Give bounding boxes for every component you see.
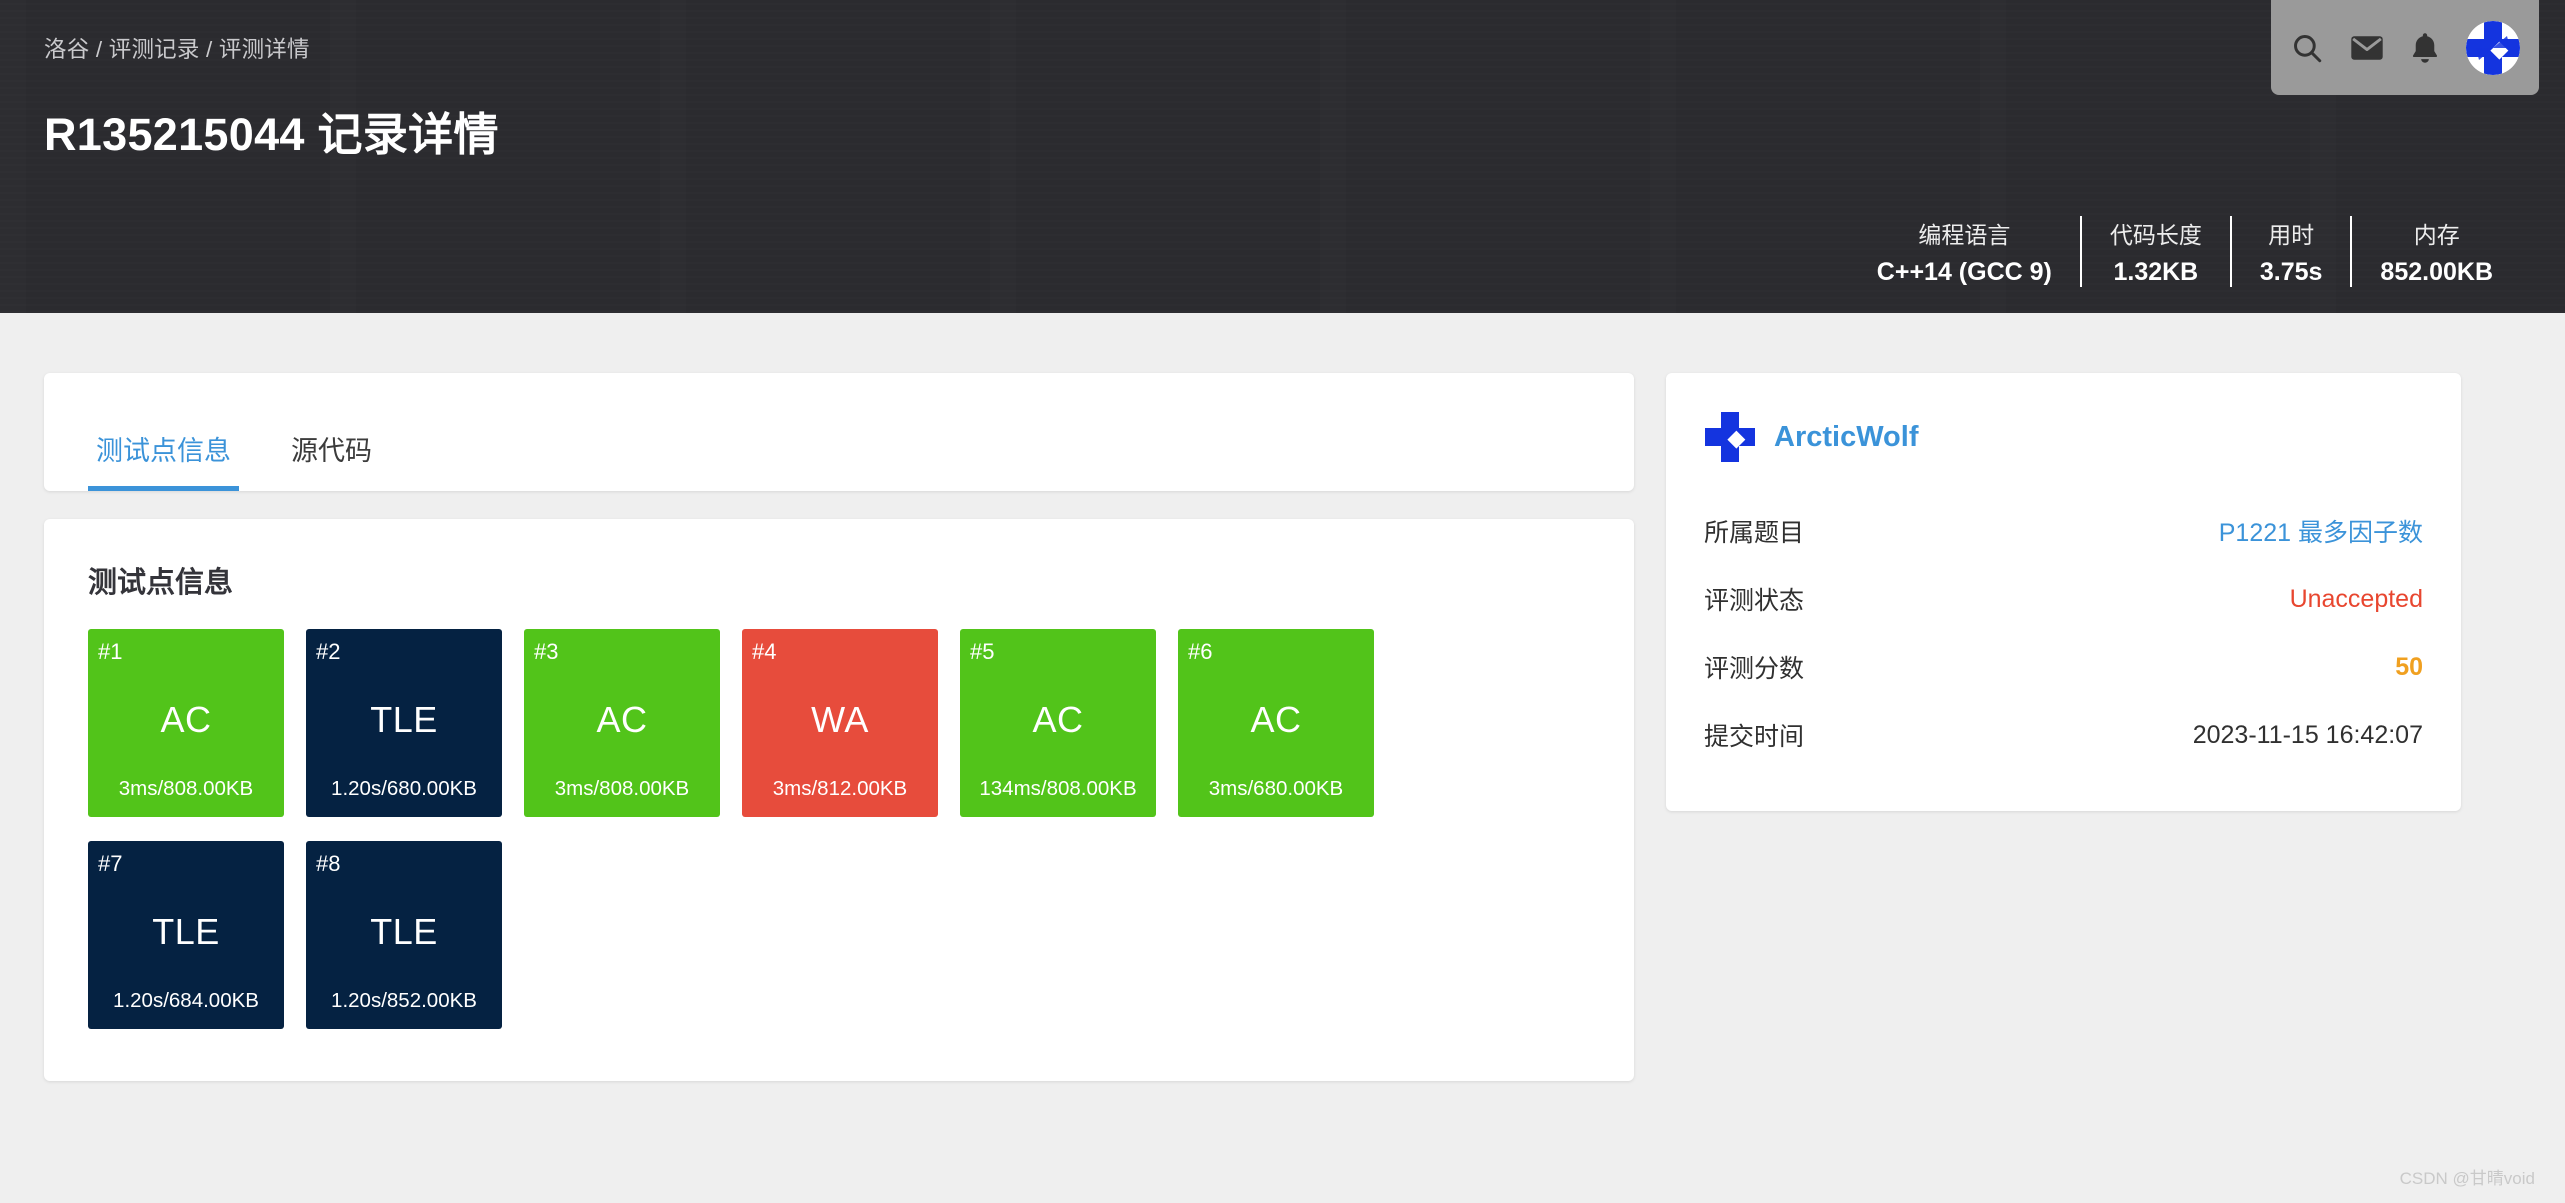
main-column: 测试点信息 源代码 测试点信息 #1 AC 3ms/808.00KB #2 TL… <box>44 373 1634 1081</box>
testpoint-metrics: 134ms/808.00KB <box>979 777 1137 800</box>
testpoint-metrics: 3ms/808.00KB <box>118 777 254 800</box>
stat-code-length: 代码长度 1.32KB <box>2079 216 2230 287</box>
testpoint-id: #2 <box>316 639 341 664</box>
info-label: 评测状态 <box>1704 587 1805 615</box>
stat-label: 代码长度 <box>2109 222 2202 248</box>
stat-value: C++14 (GCC 9) <box>1876 258 2052 286</box>
status-badge: Unaccepted <box>2289 584 2423 613</box>
page-title: R135215044 记录详情 <box>44 109 499 160</box>
search-icon[interactable] <box>2290 31 2324 65</box>
stat-memory: 内存 852.00KB <box>2350 216 2521 287</box>
testpoint-card[interactable]: #3 AC 3ms/808.00KB <box>524 629 720 817</box>
testpoint-id: #3 <box>534 639 559 664</box>
bell-icon[interactable] <box>2410 31 2440 65</box>
testpoint-card[interactable]: #7 TLE 1.20s/684.00KB <box>88 841 284 1029</box>
testpoint-metrics: 3ms/808.00KB <box>554 777 690 800</box>
testpoint-card[interactable]: #4 WA 3ms/812.00KB <box>742 629 938 817</box>
testpoint-card[interactable]: #8 TLE 1.20s/852.00KB <box>306 841 502 1029</box>
testpoint-status: WA <box>811 699 869 740</box>
testpoint-metrics: 1.20s/684.00KB <box>113 989 259 1012</box>
testpoint-status: TLE <box>370 699 438 740</box>
testpoint-metrics: 1.20s/852.00KB <box>331 989 477 1012</box>
testpoint-status: TLE <box>152 911 220 952</box>
stat-value: 3.75s <box>2259 258 2323 286</box>
header-actions-bar <box>2271 0 2539 95</box>
score-value: 50 <box>2395 652 2423 681</box>
page-header: 洛谷 / 评测记录 / 评测详情 R135215044 记录详情 编程语言 C+… <box>0 0 2565 313</box>
testpoints-grid: #1 AC 3ms/808.00KB #2 TLE 1.20s/680.00KB… <box>88 629 1458 1029</box>
testpoints-card: 测试点信息 #1 AC 3ms/808.00KB #2 TLE 1.20s/68… <box>44 519 1634 1081</box>
testpoint-status: AC <box>596 699 648 740</box>
testpoint-id: #1 <box>98 639 123 664</box>
breadcrumb[interactable]: 洛谷 / 评测记录 / 评测详情 <box>44 32 310 64</box>
header-stats: 编程语言 C++14 (GCC 9) 代码长度 1.32KB 用时 3.75s … <box>1849 216 2521 287</box>
testpoint-card[interactable]: #1 AC 3ms/808.00KB <box>88 629 284 817</box>
user-name[interactable]: ArcticWolf <box>1774 421 1918 454</box>
submission-info-card: ArcticWolf 所属题目 P1221 最多因子数 评测状态 Unaccep… <box>1666 373 2461 811</box>
testpoint-status: AC <box>1032 699 1084 740</box>
info-row-status: 评测状态 Unaccepted <box>1704 565 2423 633</box>
testpoint-card[interactable]: #2 TLE 1.20s/680.00KB <box>306 629 502 817</box>
tab-source-code[interactable]: 源代码 <box>283 429 380 491</box>
testpoint-status: AC <box>1250 699 1302 740</box>
testpoint-id: #8 <box>316 851 341 876</box>
info-label: 提交时间 <box>1704 723 1805 751</box>
watermark: CSDN @甘晴void <box>2399 1169 2535 1188</box>
testpoint-metrics: 1.20s/680.00KB <box>331 777 477 800</box>
testpoint-id: #4 <box>752 639 777 664</box>
info-row-problem: 所属题目 P1221 最多因子数 <box>1704 497 2423 565</box>
sidebar-column: ArcticWolf 所属题目 P1221 最多因子数 评测状态 Unaccep… <box>1666 373 2461 811</box>
user-avatar-icon <box>1704 411 1756 463</box>
testpoint-id: #5 <box>970 639 995 664</box>
stat-time: 用时 3.75s <box>2229 216 2351 287</box>
testpoint-metrics: 3ms/812.00KB <box>772 777 908 800</box>
stat-language: 编程语言 C++14 (GCC 9) <box>1849 216 2080 287</box>
info-label: 所属题目 <box>1704 519 1805 547</box>
stat-value: 1.32KB <box>2113 258 2199 286</box>
tabs: 测试点信息 源代码 <box>88 429 380 491</box>
stat-label: 编程语言 <box>1918 222 2011 248</box>
mail-icon[interactable] <box>2350 31 2384 65</box>
testpoint-id: #7 <box>98 851 123 876</box>
content-area: 测试点信息 源代码 测试点信息 #1 AC 3ms/808.00KB #2 TL… <box>0 313 2565 1081</box>
problem-link[interactable]: P1221 最多因子数 <box>2219 513 2423 549</box>
testpoint-id: #6 <box>1188 639 1213 664</box>
tabs-card: 测试点信息 源代码 <box>44 373 1634 491</box>
testpoint-metrics: 3ms/680.00KB <box>1208 777 1344 800</box>
testpoint-status: AC <box>160 699 212 740</box>
tab-testpoint-info[interactable]: 测试点信息 <box>88 429 239 491</box>
info-row-score: 评测分数 50 <box>1704 633 2423 701</box>
testpoint-status: TLE <box>370 911 438 952</box>
stat-label: 用时 <box>2268 222 2315 248</box>
testpoint-card[interactable]: #6 AC 3ms/680.00KB <box>1178 629 1374 817</box>
user-row[interactable]: ArcticWolf <box>1704 411 2423 463</box>
submit-time-value: 2023-11-15 16:42:07 <box>2192 720 2423 749</box>
info-label: 评测分数 <box>1704 655 1805 683</box>
testpoints-section-title: 测试点信息 <box>88 567 234 599</box>
info-row-submit-time: 提交时间 2023-11-15 16:42:07 <box>1704 701 2423 769</box>
avatar[interactable] <box>2466 20 2520 75</box>
testpoint-card[interactable]: #5 AC 134ms/808.00KB <box>960 629 1156 817</box>
stat-label: 内存 <box>2413 222 2460 248</box>
stat-value: 852.00KB <box>2380 258 2493 286</box>
